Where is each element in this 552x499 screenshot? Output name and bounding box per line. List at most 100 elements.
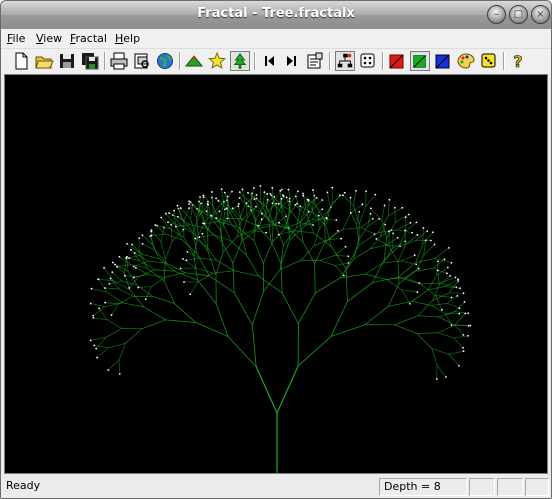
tree-branch <box>405 222 417 232</box>
tree-leaf <box>462 350 465 353</box>
properties-icon[interactable] <box>305 51 325 71</box>
tree-leaf <box>339 194 341 197</box>
tree-branch <box>397 261 400 284</box>
tree-branch <box>387 283 400 307</box>
menu-bar: File View Fractal Help <box>1 29 551 48</box>
menu-file[interactable]: File <box>7 32 25 45</box>
help-icon[interactable]: ? <box>508 51 528 71</box>
tree-branch <box>174 303 197 323</box>
tree-leaf <box>466 334 469 337</box>
tree-branch <box>160 241 166 260</box>
tree-leaf <box>384 223 387 226</box>
tree-branch <box>401 289 418 293</box>
tree-leaf <box>349 211 352 214</box>
fractal-canvas[interactable] <box>4 74 548 474</box>
tree-branch <box>314 277 341 294</box>
tree-branch <box>151 233 166 236</box>
tree-branch <box>394 315 419 326</box>
open-icon[interactable] <box>34 51 54 71</box>
save-icon[interactable] <box>57 51 77 71</box>
step-back-icon[interactable] <box>259 51 279 71</box>
tree-branch <box>280 259 302 270</box>
tree-branch <box>422 227 424 245</box>
tree-leaf <box>265 231 268 234</box>
tree-branch <box>405 234 418 246</box>
tree-branch <box>325 225 332 247</box>
print-icon[interactable] <box>109 51 129 71</box>
tree-branch <box>387 199 390 216</box>
tree-branch <box>151 229 162 243</box>
maximize-button[interactable]: □ <box>509 5 528 24</box>
mountain-icon[interactable] <box>184 51 204 71</box>
tree-branch <box>103 267 114 282</box>
tree-branch <box>327 192 331 208</box>
tree-leaf <box>435 378 438 380</box>
tree-leaf <box>210 191 213 193</box>
close-button[interactable]: × <box>531 5 550 24</box>
tree-leaf <box>444 376 447 378</box>
tree-branch <box>219 203 225 222</box>
tree-branch <box>107 319 122 329</box>
red-color-icon[interactable] <box>387 51 407 71</box>
tree-leaf <box>271 202 274 205</box>
palette-icon[interactable] <box>456 51 476 71</box>
dice-icon[interactable] <box>358 51 378 71</box>
tree-branch <box>394 324 418 334</box>
tree-leaf <box>116 265 118 268</box>
tree-leaf <box>223 191 226 194</box>
new-icon[interactable] <box>11 51 31 71</box>
tree-branch <box>251 324 257 367</box>
tree-branch <box>207 250 217 275</box>
tree-branch <box>138 286 152 288</box>
tree-branch <box>256 225 272 242</box>
title-bar[interactable]: Fractal - Tree.fractalx – □ × <box>1 1 551 29</box>
tree-leaf <box>275 202 278 205</box>
tree-branch <box>251 291 264 326</box>
fractal-tree <box>89 185 472 473</box>
tree-icon[interactable] <box>230 51 250 71</box>
tree-branch <box>401 289 411 304</box>
tree-leaf <box>238 191 241 194</box>
status-pane-empty <box>525 478 549 496</box>
tree-branch <box>383 245 400 261</box>
tree-leaf <box>128 287 131 289</box>
tree-branch <box>109 280 122 285</box>
tree-branch <box>388 300 413 307</box>
print-preview-icon[interactable] <box>132 51 152 71</box>
tree-leaf <box>144 298 147 301</box>
tree-leaf <box>252 187 255 189</box>
minimize-button[interactable]: – <box>487 5 506 24</box>
tree-branch <box>143 306 166 321</box>
tree-branch <box>185 272 210 277</box>
tree-branch <box>261 213 273 225</box>
maximize-icon: □ <box>513 9 524 20</box>
tree-branch <box>345 268 348 302</box>
tree-branch <box>125 328 143 344</box>
tree-leaf <box>134 267 137 269</box>
yellow-dice-icon[interactable] <box>479 51 499 71</box>
blue-color-icon[interactable] <box>433 51 453 71</box>
menu-fractal[interactable]: Fractal <box>70 32 107 45</box>
minimize-icon: – <box>494 9 499 20</box>
window-title: Fractal - Tree.fractalx <box>197 6 355 21</box>
menu-help[interactable]: Help <box>115 32 140 45</box>
globe-icon[interactable] <box>155 51 175 71</box>
tree-branch <box>135 267 149 275</box>
tree-branch <box>281 292 299 324</box>
star-icon[interactable] <box>207 51 227 71</box>
tree-leaf <box>371 217 374 220</box>
menu-view[interactable]: View <box>36 32 62 45</box>
tree-leaf <box>137 286 140 289</box>
tree-leaf <box>306 198 309 201</box>
tree-leaf <box>224 208 226 211</box>
tree-leaf <box>107 369 110 371</box>
tree-leaf <box>337 229 339 232</box>
hierarchy-icon[interactable] <box>335 51 355 71</box>
green-color-icon[interactable] <box>410 51 430 71</box>
step-forward-icon[interactable] <box>282 51 302 71</box>
tree-leaf <box>315 196 318 199</box>
tree-leaf <box>302 192 304 195</box>
tree-branch <box>417 300 434 316</box>
tree-leaf <box>132 276 135 279</box>
save-all-icon[interactable] <box>80 51 100 71</box>
